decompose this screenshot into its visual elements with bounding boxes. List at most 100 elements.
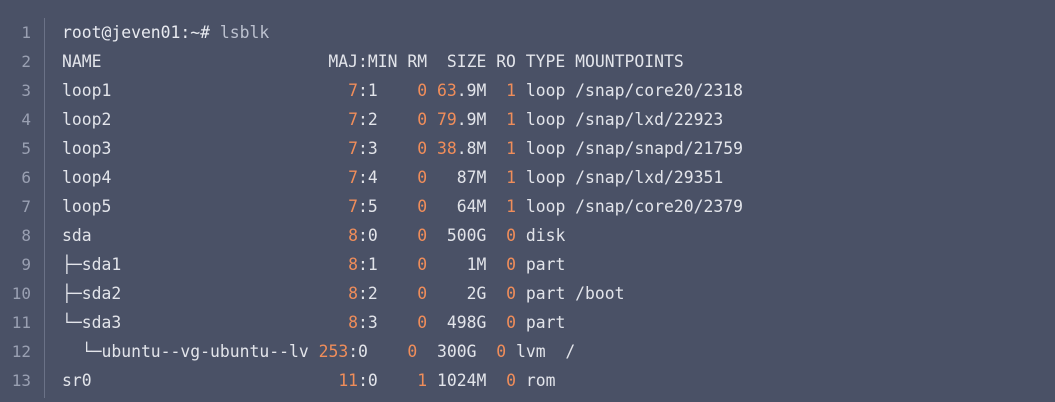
minor-number: :0 xyxy=(358,226,418,245)
output-row: loop4 7:4 0 87M 1 loop /snap/lxd/29351 xyxy=(62,163,743,192)
removable-flag: 0 xyxy=(417,226,428,245)
type-mountpoint: part /boot xyxy=(515,284,625,303)
output-row: loop3 7:3 0 38.8M 1 loop /snap/snapd/217… xyxy=(62,134,743,163)
line-number: 7 xyxy=(21,197,31,216)
device-name: └─ubuntu--vg-ubuntu--lv xyxy=(62,342,319,361)
readonly-flag: 0 xyxy=(506,371,516,390)
code-content: root@jeven01:~# lsblk NAME MAJ:MIN RM SI… xyxy=(62,18,743,395)
major-number: 7 xyxy=(348,139,359,158)
type-mountpoint: loop /snap/core20/2379 xyxy=(515,197,743,216)
output-row: ├─sda1 8:1 0 1M 0 part xyxy=(62,250,743,279)
minor-number: :4 xyxy=(358,168,418,187)
major-number: 11 xyxy=(338,371,359,390)
size-trailing: 300G xyxy=(417,342,497,361)
device-name: sda xyxy=(62,226,349,245)
output-row: loop5 7:5 0 64M 1 loop /snap/core20/2379 xyxy=(62,192,743,221)
removable-flag: 0 xyxy=(407,342,418,361)
device-name: loop3 xyxy=(62,139,349,158)
output-header: NAME MAJ:MIN RM SIZE RO TYPE MOUNTPOINTS xyxy=(62,52,684,71)
minor-number: :2 xyxy=(358,284,418,303)
line-number: 5 xyxy=(21,139,31,158)
readonly-flag: 0 xyxy=(506,313,516,332)
removable-flag: 0 xyxy=(417,81,428,100)
device-name: loop1 xyxy=(62,81,349,100)
readonly-flag: 1 xyxy=(506,110,516,129)
output-row: ├─sda2 8:2 0 2G 0 part /boot xyxy=(62,279,743,308)
line-number: 1 xyxy=(21,23,31,42)
type-mountpoint: loop /snap/snapd/21759 xyxy=(515,139,743,158)
device-name: loop2 xyxy=(62,110,349,129)
minor-number: :0 xyxy=(348,342,408,361)
size-trailing: 498G xyxy=(427,313,507,332)
device-name: └─sda3 xyxy=(62,313,349,332)
output-row: loop1 7:1 0 63.9M 1 loop /snap/core20/23… xyxy=(62,76,743,105)
output-row: loop2 7:2 0 79.9M 1 loop /snap/lxd/22923 xyxy=(62,105,743,134)
line-number: 4 xyxy=(21,110,31,129)
major-number: 8 xyxy=(348,284,359,303)
type-mountpoint: part xyxy=(515,255,566,274)
size-trailing: 2G xyxy=(427,284,507,303)
removable-flag: 0 xyxy=(417,110,428,129)
size-leading: 63 xyxy=(427,81,457,100)
type-mountpoint: loop /snap/core20/2318 xyxy=(515,81,743,100)
removable-flag: 0 xyxy=(417,255,428,274)
type-mountpoint: loop /snap/lxd/29351 xyxy=(515,168,724,187)
size-trailing: 1024M xyxy=(427,371,507,390)
removable-flag: 0 xyxy=(417,284,428,303)
minor-number: :0 xyxy=(358,371,418,390)
size-trailing: .9M xyxy=(456,110,507,129)
major-number: 7 xyxy=(348,110,359,129)
line-number: 9 xyxy=(21,255,31,274)
size-leading: 79 xyxy=(427,110,457,129)
removable-flag: 1 xyxy=(417,371,428,390)
readonly-flag: 1 xyxy=(506,197,516,216)
readonly-flag: 0 xyxy=(506,255,516,274)
readonly-flag: 1 xyxy=(506,139,516,158)
output-row: └─ubuntu--vg-ubuntu--lv 253:0 0 300G 0 l… xyxy=(62,337,743,366)
line-number: 12 xyxy=(11,342,31,361)
minor-number: :1 xyxy=(358,81,418,100)
minor-number: :5 xyxy=(358,197,418,216)
major-number: 7 xyxy=(348,81,359,100)
line-number: 3 xyxy=(21,81,31,100)
device-name: ├─sda2 xyxy=(62,284,349,303)
major-number: 8 xyxy=(348,226,359,245)
major-number: 253 xyxy=(318,342,349,361)
output-row: sda 8:0 0 500G 0 disk xyxy=(62,221,743,250)
major-number: 8 xyxy=(348,255,359,274)
type-mountpoint: rom xyxy=(515,371,556,390)
major-number: 8 xyxy=(348,313,359,332)
removable-flag: 0 xyxy=(417,139,428,158)
removable-flag: 0 xyxy=(417,313,428,332)
device-name: ├─sda1 xyxy=(62,255,349,274)
size-leading: 38 xyxy=(427,139,457,158)
device-name: sr0 xyxy=(62,371,339,390)
minor-number: :3 xyxy=(358,139,418,158)
type-mountpoint: loop /snap/lxd/22923 xyxy=(515,110,724,129)
size-trailing: 1M xyxy=(427,255,507,274)
output-row: └─sda3 8:3 0 498G 0 part xyxy=(62,308,743,337)
line-number: 10 xyxy=(11,284,31,303)
command-text: lsblk xyxy=(210,23,270,42)
minor-number: :1 xyxy=(358,255,418,274)
readonly-flag: 1 xyxy=(506,168,516,187)
line-number: 2 xyxy=(21,52,31,71)
size-trailing: .9M xyxy=(456,81,507,100)
type-mountpoint: lvm / xyxy=(506,342,576,361)
line-number: 6 xyxy=(21,168,31,187)
line-number: 13 xyxy=(11,371,31,390)
major-number: 7 xyxy=(348,168,359,187)
readonly-flag: 1 xyxy=(506,81,516,100)
size-trailing: 87M xyxy=(427,168,507,187)
readonly-flag: 0 xyxy=(496,342,507,361)
device-name: loop4 xyxy=(62,168,349,187)
type-mountpoint: part xyxy=(515,313,566,332)
shell-prompt: root@jeven01:~# xyxy=(62,23,211,42)
size-trailing: 500G xyxy=(427,226,507,245)
readonly-flag: 0 xyxy=(506,226,516,245)
line-number-gutter: 1 2 3 4 5 6 7 8 9 10 11 12 13 xyxy=(0,18,45,398)
line-number: 11 xyxy=(11,313,31,332)
removable-flag: 0 xyxy=(417,197,428,216)
readonly-flag: 0 xyxy=(506,284,516,303)
major-number: 7 xyxy=(348,197,359,216)
